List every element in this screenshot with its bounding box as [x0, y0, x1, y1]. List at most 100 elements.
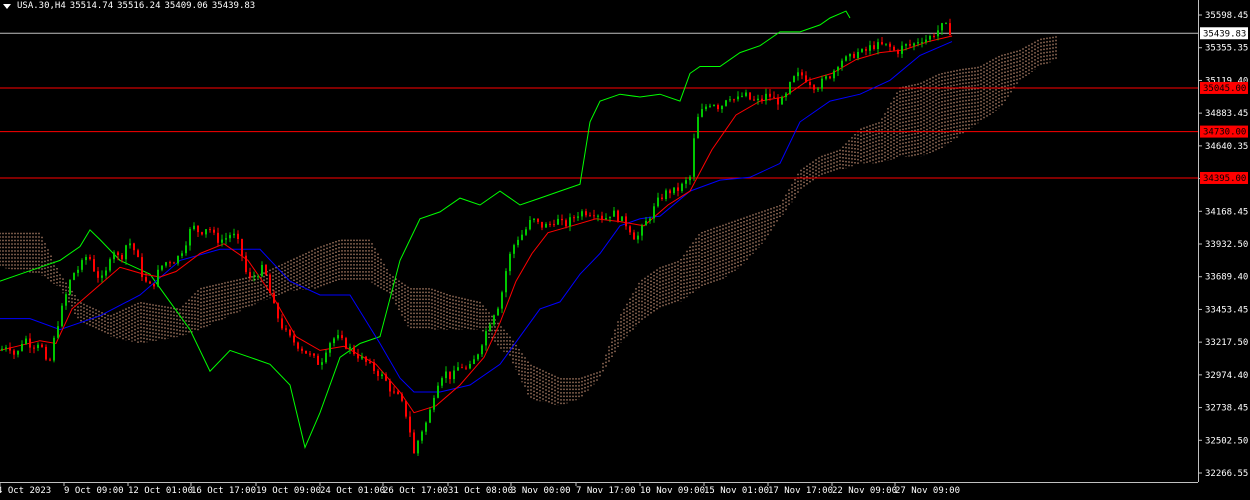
candle-body [389, 380, 391, 392]
candle-body [661, 197, 663, 199]
candle-body [761, 98, 763, 101]
candle-body [469, 364, 471, 369]
candle-body [753, 99, 755, 101]
candle-body [477, 354, 479, 360]
candle-body [585, 211, 587, 216]
candle-body [461, 367, 463, 369]
candle-body [409, 416, 411, 433]
x-tick-label: 12 Oct 01:00 [128, 486, 193, 496]
candle-body [517, 239, 519, 246]
candle-body [601, 215, 603, 220]
candle-body [257, 276, 259, 278]
candle-body [21, 344, 23, 351]
axes: 35598.4535355.3535119.4034883.4534640.35… [0, 0, 1248, 496]
candle-body [357, 354, 359, 359]
y-tick-label: 34640.35 [1205, 142, 1248, 152]
candle-body [353, 346, 355, 354]
x-tick-label: 22 Nov 09:00 [832, 486, 897, 496]
candle-body [381, 374, 383, 377]
candle-body [737, 96, 739, 100]
y-tick-label: 34883.45 [1205, 109, 1248, 119]
candle-body [909, 44, 911, 46]
candle-body [905, 44, 907, 46]
candle-body [97, 271, 99, 278]
candle-body [445, 371, 447, 379]
candle-body [857, 52, 859, 58]
x-tick-label: 9 Oct 09:00 [64, 486, 124, 496]
candle-body [53, 337, 55, 361]
x-tick-label: 7 Nov 17:00 [576, 486, 636, 496]
candle-body [893, 46, 895, 51]
candle-body [653, 206, 655, 219]
candle-body [853, 53, 855, 58]
candle-body [817, 88, 819, 90]
y-tick-label: 32738.45 [1205, 404, 1248, 414]
dropdown-triangle-icon[interactable] [3, 3, 11, 9]
candle-body [85, 257, 87, 261]
candle-body [173, 262, 175, 264]
candle-body [705, 106, 707, 110]
y-tick-label: 35598.45 [1205, 11, 1248, 21]
candle-body [297, 342, 299, 349]
candle-body [161, 265, 163, 270]
candle-body [917, 42, 919, 44]
candle-body [485, 331, 487, 346]
candle-body [713, 105, 715, 106]
candle-body [329, 343, 331, 353]
y-tick-label: 32502.50 [1205, 436, 1248, 446]
candle-body [421, 431, 423, 441]
candle-body [721, 105, 723, 110]
candle-body [821, 78, 823, 89]
candle-body [181, 253, 183, 256]
candle-body [561, 218, 563, 221]
x-tick-label: 4 Oct 2023 [0, 486, 51, 496]
candle-body [365, 356, 367, 362]
candle-body [525, 229, 527, 235]
candle-body [645, 220, 647, 226]
chart-header: USA.30,H4 35514.74 35516.24 35409.06 354… [3, 1, 255, 11]
candle-body [177, 255, 179, 264]
candle-body [129, 243, 131, 246]
candle-body [369, 361, 371, 363]
candle-body [913, 43, 915, 46]
candle-body [77, 269, 79, 273]
candle-body [213, 229, 215, 233]
ichimoku-cloud [0, 36, 1057, 406]
candle-body [577, 216, 579, 218]
candle-body [625, 216, 627, 227]
candle-body [921, 42, 923, 44]
current-price-text: 35439.83 [1203, 29, 1246, 39]
price-chart[interactable]: 35598.4535355.3535119.4034883.4534640.35… [0, 0, 1250, 500]
horizontal-levels[interactable] [0, 32, 1198, 179]
candle-body [861, 49, 863, 52]
candle-body [769, 93, 771, 97]
candle-body [805, 75, 807, 82]
candle-body [125, 245, 127, 260]
close-value: 35439.83 [211, 1, 256, 11]
candle-body [373, 362, 375, 371]
candle-body [157, 269, 159, 287]
candle-body [189, 229, 191, 246]
candle-body [433, 397, 435, 410]
candle-body [465, 367, 467, 369]
candle-body [749, 92, 751, 100]
candle-body [793, 76, 795, 82]
candle-body [117, 252, 119, 255]
candle-body [685, 180, 687, 184]
candle-body [61, 305, 63, 327]
x-tick-label: 26 Oct 17:00 [383, 486, 448, 496]
candle-body [253, 276, 255, 278]
candle-body [25, 338, 27, 344]
candle-body [941, 23, 943, 31]
candle-body [217, 232, 219, 243]
candle-body [649, 218, 651, 221]
candle-body [613, 210, 615, 217]
candle-body [565, 220, 567, 227]
candle-body [597, 215, 599, 217]
candle-body [289, 329, 291, 336]
candle-body [845, 56, 847, 61]
candle-body [901, 45, 903, 54]
candle-body [185, 245, 187, 254]
candle-body [629, 226, 631, 233]
candle-body [417, 440, 419, 454]
